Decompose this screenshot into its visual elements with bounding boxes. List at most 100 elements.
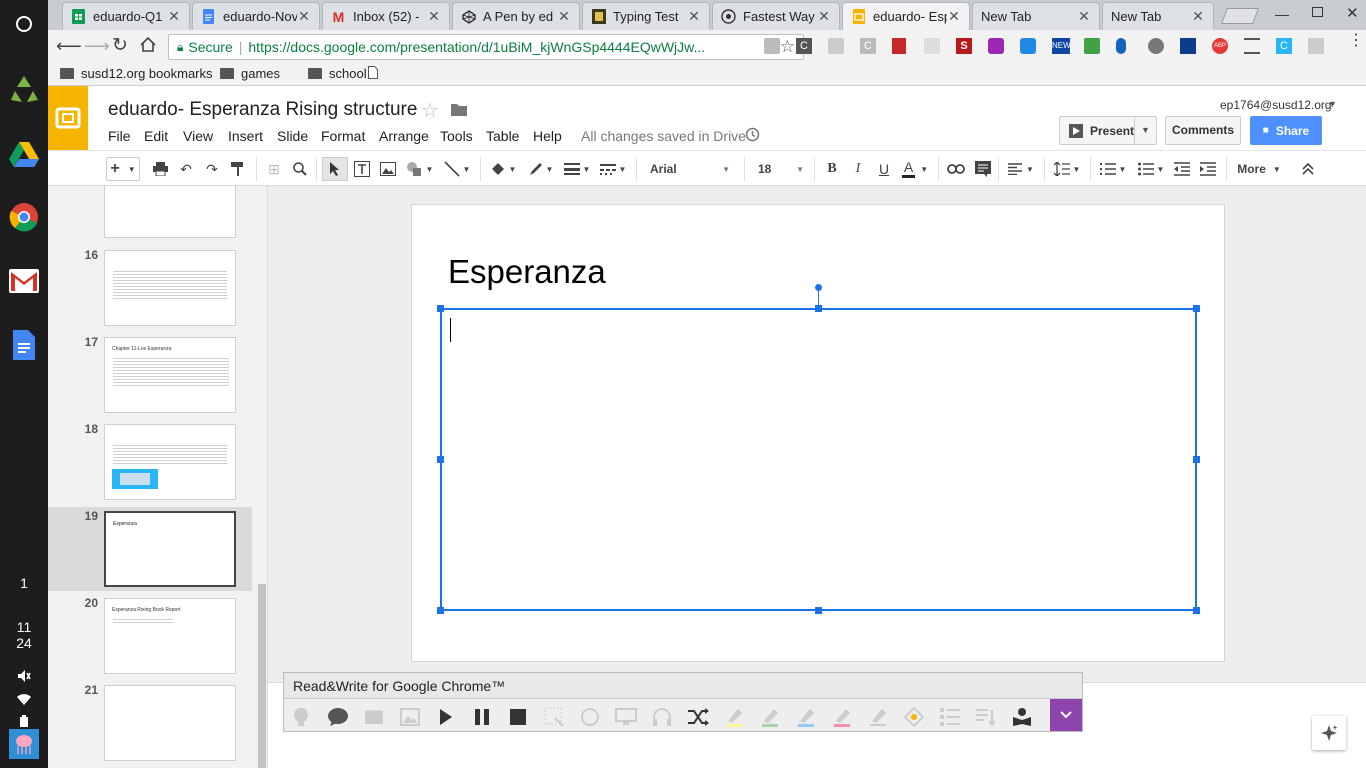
print-icon[interactable] (150, 157, 170, 181)
stop-icon[interactable] (506, 705, 530, 729)
close-icon[interactable]: ✕ (557, 8, 571, 25)
resize-handle[interactable] (437, 607, 444, 614)
filmstrip-scrollbar[interactable] (258, 584, 266, 768)
tab-5[interactable]: Fastest Way ✕ (712, 2, 840, 30)
menu-tools[interactable]: Tools (440, 128, 473, 144)
italic-icon[interactable]: I (848, 157, 868, 181)
s-extension-icon[interactable]: S (956, 38, 972, 54)
comment-icon[interactable] (972, 157, 994, 181)
close-icon[interactable]: ✕ (687, 8, 701, 25)
tab-7[interactable]: New Tab ✕ (972, 2, 1100, 30)
audio-maker-icon[interactable] (578, 705, 602, 729)
tab-3[interactable]: A Pen by ed ✕ (452, 2, 580, 30)
share-button[interactable]: ■ Share (1250, 116, 1322, 145)
extension-icon[interactable] (1020, 38, 1036, 54)
highlighter-blue-icon[interactable] (794, 705, 818, 729)
resize-handle[interactable] (1193, 305, 1200, 312)
slide-thumbnail[interactable] (104, 250, 236, 326)
slide-thumbnail[interactable]: Chapter 11-Los Esperanza (104, 337, 236, 413)
shelf-app-docs[interactable] (8, 329, 40, 361)
extension-icon[interactable] (1308, 38, 1324, 54)
slide-title[interactable]: Esperanza (448, 253, 606, 291)
back-icon[interactable]: ⟵ (56, 36, 82, 57)
menu-insert[interactable]: Insert (228, 128, 263, 144)
zoom-icon[interactable] (290, 157, 310, 181)
tab-4[interactable]: Typing Test ✕ (582, 2, 710, 30)
account-email[interactable]: ep1764@susd12.org (1220, 98, 1332, 112)
launcher-button[interactable] (8, 8, 40, 40)
news-extension-icon[interactable]: NEW (1052, 38, 1071, 54)
slide-thumbnail[interactable] (104, 186, 236, 238)
slide-canvas[interactable]: Esperanza (411, 204, 1225, 662)
menu-format[interactable]: Format (321, 128, 365, 144)
book-extension-icon[interactable] (892, 38, 906, 54)
readwrite-expand-button[interactable] (1050, 699, 1082, 731)
slide-thumbnail[interactable] (104, 424, 236, 500)
bookmark-page[interactable] (368, 66, 378, 79)
menu-table[interactable]: Table (486, 128, 519, 144)
minimize-icon[interactable]: — (1275, 6, 1289, 22)
adblock-extension-icon[interactable]: ABP (1212, 38, 1228, 54)
redo-icon[interactable]: ↷ (202, 157, 222, 181)
resize-handle[interactable] (815, 607, 822, 614)
underline-icon[interactable]: U (874, 157, 894, 181)
close-icon[interactable]: ✕ (427, 8, 441, 25)
extension-icon[interactable] (1180, 38, 1196, 54)
collapse-toolbar-icon[interactable] (1298, 157, 1318, 181)
new-slide-button[interactable]: + ▼ (106, 157, 140, 181)
border-weight-icon[interactable]: ▼ (560, 157, 594, 181)
predict-icon[interactable] (290, 705, 314, 729)
font-size-select[interactable]: 18 ▼ (754, 157, 808, 181)
tab-8[interactable]: New Tab ✕ (1102, 2, 1214, 30)
microphone-extension-icon[interactable] (1116, 38, 1126, 54)
vocabulary-list-icon[interactable] (938, 705, 962, 729)
highlighter-green-icon[interactable] (758, 705, 782, 729)
document-title[interactable]: eduardo- Esperanza Rising structure (108, 99, 417, 121)
line-spacing-icon[interactable]: ▼ (1050, 157, 1084, 181)
omnibox[interactable]: 🔒︎ Secure | https://docs.google.com/pres… (168, 34, 804, 60)
slide-thumbnail-selected[interactable]: Esperanza (104, 511, 236, 587)
decrease-indent-icon[interactable] (1172, 157, 1192, 181)
star-icon[interactable]: ☆ (421, 98, 439, 123)
close-icon[interactable]: ✕ (1077, 8, 1091, 25)
menu-slide[interactable]: Slide (277, 128, 308, 144)
align-icon[interactable]: ▼ (1004, 157, 1038, 181)
folder-icon[interactable] (451, 103, 467, 119)
practice-reading-icon[interactable] (1010, 705, 1034, 729)
extension-icon[interactable] (828, 38, 844, 54)
screenshot-reader-icon[interactable] (542, 705, 566, 729)
c-extension-icon[interactable]: C (796, 38, 812, 54)
collect-highlights-icon[interactable] (902, 705, 926, 729)
close-icon[interactable]: ✕ (1191, 8, 1205, 25)
menu-edit[interactable]: Edit (144, 128, 168, 144)
slides-logo-icon[interactable] (48, 86, 88, 150)
bookmark-folder[interactable]: games (220, 66, 280, 81)
menu-view[interactable]: View (183, 128, 213, 144)
close-icon[interactable]: ✕ (297, 8, 311, 25)
menu-file[interactable]: File (108, 128, 131, 144)
text-box-icon[interactable] (352, 157, 372, 181)
body-text-box[interactable] (440, 308, 1197, 611)
chevron-down-icon[interactable]: ▼ (1134, 117, 1156, 144)
talk-icon[interactable] (326, 705, 350, 729)
save-status[interactable]: All changes saved in Drive (581, 128, 746, 144)
puzzle-extension-icon[interactable] (988, 38, 1004, 54)
shelf-app-drive[interactable] (8, 138, 40, 170)
menu-help[interactable]: Help (533, 128, 562, 144)
close-icon[interactable]: ✕ (817, 8, 831, 25)
comments-button[interactable]: Comments (1165, 116, 1241, 145)
select-cursor-icon[interactable] (322, 157, 348, 181)
explore-button[interactable] (1312, 716, 1346, 750)
shuffle-icon[interactable] (686, 705, 710, 729)
extension-icon[interactable] (924, 38, 940, 54)
picture-dictionary-icon[interactable] (398, 705, 422, 729)
undo-icon[interactable]: ↶ (176, 157, 196, 181)
tab-2[interactable]: M Inbox (52) - ✕ (322, 2, 450, 30)
new-tab-button[interactable] (1221, 8, 1259, 24)
pause-icon[interactable] (470, 705, 494, 729)
chrome-menu-icon[interactable]: ⋮ (1348, 33, 1364, 49)
shelf-app-gmail[interactable] (8, 265, 40, 297)
more-button[interactable]: More ▼ (1234, 157, 1284, 181)
line-icon[interactable]: ▼ (440, 157, 474, 181)
play-icon[interactable] (434, 705, 458, 729)
